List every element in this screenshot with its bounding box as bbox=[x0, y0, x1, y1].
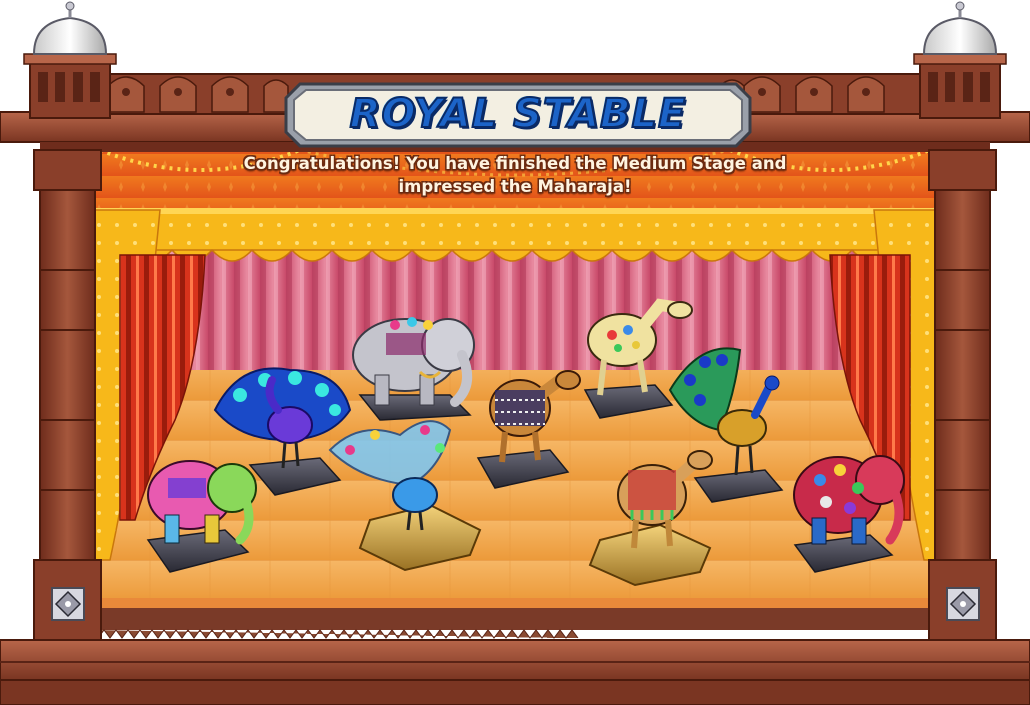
royal-stable-dialog: ROYAL STABLE Congratulations! You have f… bbox=[0, 0, 1030, 705]
back-curtain bbox=[130, 245, 910, 375]
right-dome-pavilion bbox=[913, 1, 1007, 119]
fringe-teeth bbox=[91, 629, 579, 639]
diamond-ornament-icon bbox=[946, 587, 980, 621]
right-pillar bbox=[928, 149, 997, 641]
stage-fringe bbox=[92, 608, 942, 630]
message-line-2: impressed the Maharaja! bbox=[398, 177, 632, 196]
page-title: ROYAL STABLE bbox=[349, 90, 687, 138]
valance bbox=[90, 208, 943, 262]
message-line-1: Congratulations! You have finished the M… bbox=[243, 154, 787, 173]
frame-base bbox=[0, 639, 1030, 705]
left-dome-pavilion bbox=[23, 1, 117, 119]
statue-elephant-grey[interactable] bbox=[352, 317, 475, 421]
left-pillar bbox=[33, 149, 102, 641]
congratulations-message: Congratulations! You have finished the M… bbox=[180, 152, 850, 198]
diamond-ornament-icon bbox=[51, 587, 85, 621]
